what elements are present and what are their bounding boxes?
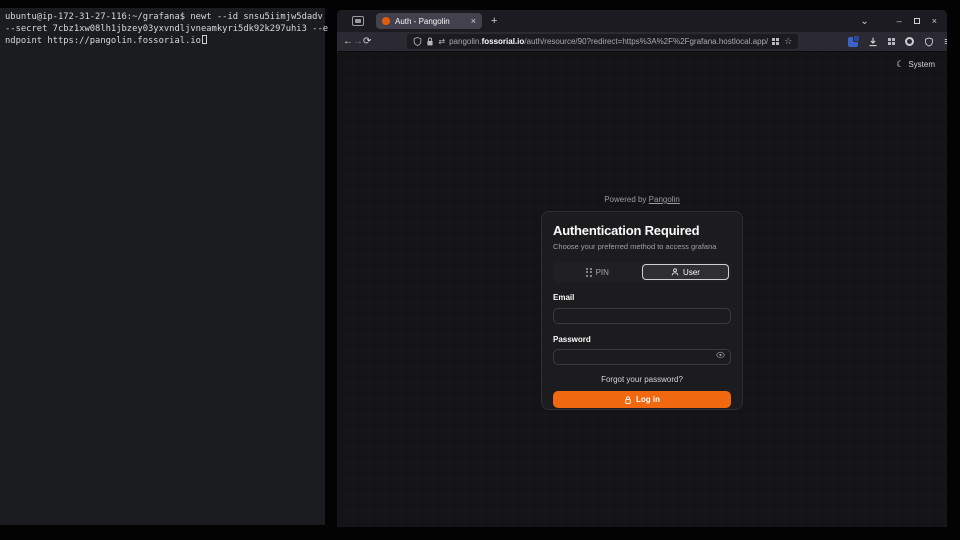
firefox-view-icon[interactable] — [352, 16, 364, 26]
auth-method-tabs: PIN User — [553, 262, 731, 282]
user-icon — [671, 268, 679, 276]
tab-title: Auth - Pangolin — [395, 17, 466, 26]
password-field[interactable] — [553, 349, 731, 365]
terminal-window[interactable]: ubuntu@ip-172-31-27-116:~/grafana$ newt … — [0, 8, 325, 525]
login-lock-icon — [624, 396, 632, 404]
terminal-cursor — [202, 35, 207, 44]
page-content: ☾ System Powered by Pangolin Authenticat… — [337, 52, 947, 527]
url-domain: fossorial.io — [482, 37, 525, 46]
terminal-line: ubuntu@ip-172-31-27-116:~/grafana$ newt … — [5, 11, 325, 23]
extension-badge-icon[interactable] — [848, 37, 858, 47]
tab-pin[interactable]: PIN — [555, 264, 640, 280]
window-close-button[interactable]: × — [932, 17, 937, 26]
eye-icon — [716, 351, 725, 359]
new-tab-button[interactable]: + — [491, 15, 497, 27]
card-subtitle: Choose your preferred method to access g… — [553, 242, 731, 251]
bookmark-star-icon[interactable]: ☆ — [784, 37, 792, 46]
window-controls: – × — [897, 17, 937, 26]
forward-button[interactable]: → — [353, 36, 363, 47]
shield-icon[interactable] — [413, 37, 422, 46]
extension-shield-icon[interactable] — [924, 37, 934, 47]
extension-ring-icon[interactable] — [905, 37, 914, 46]
tab-pin-label: PIN — [596, 268, 609, 277]
powered-by-text: Powered by — [604, 195, 646, 204]
show-password-button[interactable] — [716, 351, 725, 359]
back-button[interactable]: ← — [343, 36, 353, 47]
pangolin-link[interactable]: Pangolin — [649, 195, 680, 204]
auth-column: Powered by Pangolin Authentication Requi… — [541, 195, 743, 410]
terminal-line: ndpoint https://pangolin.fossorial.io — [5, 35, 325, 47]
theme-label: System — [908, 60, 935, 69]
tab-close-icon[interactable]: × — [471, 17, 476, 26]
urlbar-actions: ☆ — [772, 37, 792, 46]
toolbar-extensions: ≡ — [848, 36, 947, 48]
tab-user[interactable]: User — [642, 264, 729, 280]
email-field-wrap — [553, 305, 731, 324]
tab-user-label: User — [683, 268, 700, 277]
maximize-button[interactable] — [914, 18, 920, 24]
downloads-icon[interactable] — [868, 37, 878, 47]
card-title: Authentication Required — [553, 223, 731, 239]
url-bar[interactable]: ⇄ pangolin.fossorial.io/auth/resource/90… — [407, 34, 798, 49]
list-tabs-chevron-icon[interactable]: ⌄ — [860, 16, 868, 27]
theme-toggle[interactable]: ☾ System — [896, 59, 935, 70]
login-button[interactable]: Log in — [553, 391, 731, 408]
browser-window: Auth - Pangolin × + ⌄ – × ← → ⟳ ⇄ pangol… — [337, 10, 947, 527]
url-host-prefix: pangolin. — [449, 37, 481, 46]
password-label: Password — [553, 335, 731, 344]
pangolin-favicon-icon — [382, 17, 390, 25]
reload-button[interactable]: ⟳ — [363, 36, 371, 47]
forgot-password-link[interactable]: Forgot your password? — [553, 375, 731, 384]
url-text: pangolin.fossorial.io/auth/resource/90?r… — [449, 37, 768, 46]
terminal-line: --secret 7cbz1xw08lh1jbzey03yxvndljvneam… — [5, 23, 325, 35]
url-path: /auth/resource/90?redirect=https%3A%2F%2… — [524, 37, 768, 46]
minimize-button[interactable]: – — [897, 17, 902, 26]
login-button-label: Log in — [636, 395, 660, 404]
password-field-wrap — [553, 347, 731, 366]
email-field[interactable] — [553, 308, 731, 324]
auth-card: Authentication Required Choose your pref… — [541, 211, 743, 410]
permissions-icon[interactable]: ⇄ — [438, 37, 445, 46]
tab-auth-pangolin[interactable]: Auth - Pangolin × — [376, 13, 482, 29]
powered-by: Powered by Pangolin — [541, 195, 743, 205]
email-label: Email — [553, 293, 731, 302]
terminal-line-text: ndpoint https://pangolin.fossorial.io — [5, 36, 201, 46]
hamburger-menu-icon[interactable]: ≡ — [944, 36, 947, 48]
containers-grid-icon[interactable] — [772, 38, 779, 45]
pin-keypad-icon — [586, 268, 592, 277]
theme-moon-icon: ☾ — [896, 59, 904, 70]
extensions-icon[interactable] — [888, 38, 895, 45]
lock-icon[interactable] — [426, 37, 434, 46]
navigation-bar: ← → ⟳ ⇄ pangolin.fossorial.io/auth/resou… — [337, 32, 947, 52]
tab-bar: Auth - Pangolin × + ⌄ – × — [337, 10, 947, 32]
